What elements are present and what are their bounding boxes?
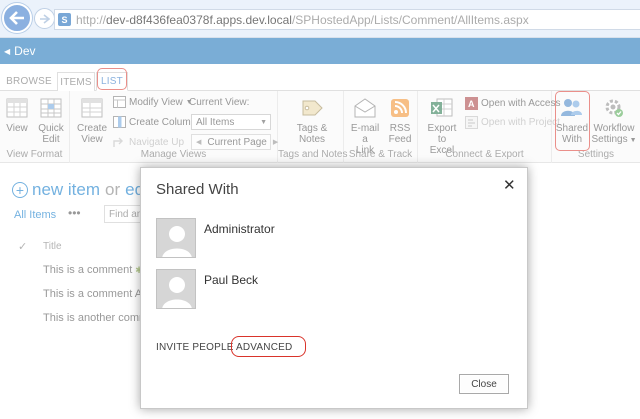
avatar [156,269,196,309]
person-name: Paul Beck [204,273,259,287]
dialog-title: Shared With [156,181,239,198]
close-icon[interactable]: ✕ [503,176,516,194]
avatar [156,218,196,258]
close-button[interactable]: Close [459,374,509,394]
advanced-link[interactable]: ADVANCED [236,342,292,353]
shared-person[interactable]: Administrator [156,218,275,258]
shared-with-dialog: Shared With ✕ Administrator Paul Beck IN… [140,167,528,409]
invite-people-link[interactable]: INVITE PEOPLE [156,342,234,353]
shared-person[interactable]: Paul Beck [156,269,258,309]
person-name: Administrator [204,222,275,236]
